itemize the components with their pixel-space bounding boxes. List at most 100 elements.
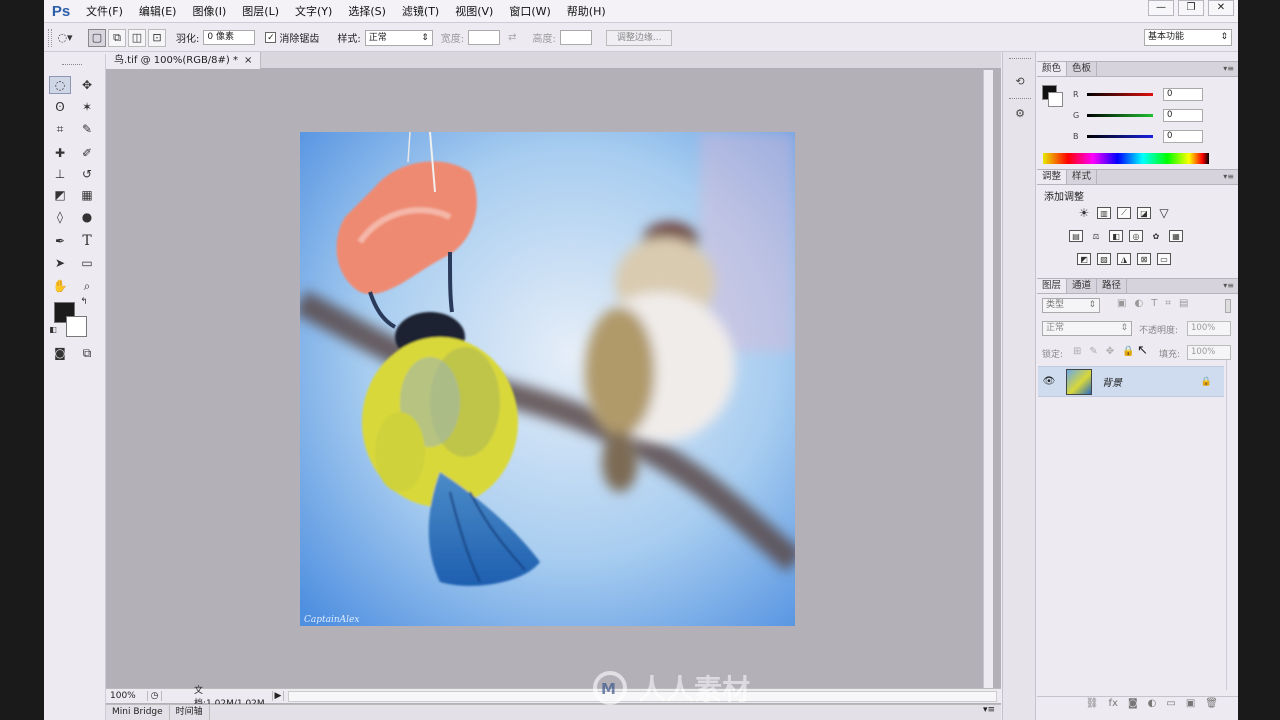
width-input[interactable]	[468, 30, 501, 45]
vertical-scrollbar[interactable]	[983, 70, 993, 688]
lock-position-icon[interactable]: ✥	[1106, 346, 1114, 357]
lock-all-icon[interactable]: 🔒	[1122, 346, 1134, 357]
menu-edit[interactable]: 编辑(E)	[131, 3, 185, 19]
fill-input[interactable]: 100%	[1187, 345, 1231, 360]
posterize-icon[interactable]: ▨	[1097, 253, 1111, 265]
close-button[interactable]: ✕	[1208, 0, 1234, 16]
layer-filter-select[interactable]: 类型 ⇕	[1042, 298, 1100, 313]
height-input[interactable]	[559, 30, 592, 45]
magic-wand-icon[interactable]: ✶	[76, 98, 98, 116]
lock-transparent-icon[interactable]: ⊞	[1073, 346, 1081, 357]
menu-window[interactable]: 窗口(W)	[501, 3, 558, 19]
new-selection-icon[interactable]: ▢	[88, 28, 106, 47]
tab-color[interactable]: 颜色	[1037, 62, 1068, 76]
channel-mixer-icon[interactable]: ✿	[1149, 230, 1163, 242]
hand-tool-icon[interactable]: ✋	[49, 277, 71, 295]
curves-icon[interactable]: ⟋	[1117, 207, 1131, 219]
threshold-icon[interactable]: ◮	[1117, 253, 1131, 265]
menu-view[interactable]: 视图(V)	[447, 3, 501, 19]
document-tab[interactable]: 鸟.tif @ 100%(RGB/8#) * ×	[106, 52, 262, 69]
properties-panel-icon[interactable]: ⚙	[1011, 104, 1029, 122]
zoom-tool-icon[interactable]: ⌕	[76, 277, 98, 295]
close-tab-icon[interactable]: ×	[244, 52, 252, 69]
layer-style-icon[interactable]: fx	[1109, 697, 1118, 712]
filter-toggle[interactable]	[1225, 299, 1231, 313]
history-brush-icon[interactable]: ↺	[76, 165, 98, 183]
levels-icon[interactable]: ▥	[1097, 207, 1111, 219]
rectangle-tool-icon[interactable]: ▭	[76, 254, 98, 272]
move-tool-icon[interactable]: ✥	[76, 76, 98, 94]
link-layers-icon[interactable]: ⛓	[1086, 697, 1099, 712]
gradient-map-icon[interactable]: ▽	[1157, 206, 1171, 220]
opacity-input[interactable]: 100%	[1187, 321, 1231, 336]
color-spectrum-bar[interactable]	[1043, 153, 1209, 164]
add-to-selection-icon[interactable]: ⧉	[108, 28, 126, 47]
background-color-swatch[interactable]	[66, 316, 87, 337]
zoom-level[interactable]: 100%	[106, 691, 148, 701]
pen-tool-icon[interactable]: ✒	[49, 232, 71, 250]
swap-icon[interactable]: ⇄	[508, 32, 516, 43]
feather-input[interactable]: 0 像素	[203, 30, 256, 45]
crop-tool-icon[interactable]: ⌗	[49, 120, 71, 138]
tab-adjustments[interactable]: 调整	[1037, 170, 1068, 184]
dock-grip[interactable]	[1009, 98, 1031, 99]
eraser-tool-icon[interactable]: ◩	[49, 186, 71, 204]
gradient-tool-icon[interactable]: ▦	[76, 186, 98, 204]
menu-layer[interactable]: 图层(L)	[234, 3, 287, 19]
blue-value-input[interactable]: 0	[1163, 129, 1203, 143]
smart-object-filter-icon[interactable]: ▤	[1179, 298, 1188, 309]
canvas-image[interactable]: CaptainAlex	[300, 132, 795, 626]
selective-color-icon[interactable]: ⊠	[1137, 253, 1151, 265]
healing-brush-icon[interactable]: ✚	[49, 144, 71, 162]
default-colors-icon[interactable]: ◧	[48, 324, 58, 334]
blend-mode-select[interactable]: 正常 ⇕	[1042, 321, 1132, 336]
adjustment-filter-icon[interactable]: ◐	[1134, 298, 1143, 309]
tab-layers[interactable]: 图层	[1037, 279, 1068, 293]
lock-pixels-icon[interactable]: ✎	[1089, 346, 1097, 357]
options-grip[interactable]	[48, 28, 52, 47]
green-value-input[interactable]: 0	[1163, 108, 1203, 122]
layer-lock-icon[interactable]: 🔒	[1201, 377, 1212, 387]
style-select[interactable]: 正常 ⇕	[364, 29, 433, 46]
tab-swatches[interactable]: 色板	[1067, 62, 1098, 76]
tab-paths[interactable]: 路径	[1097, 279, 1128, 293]
panel-menu-icon[interactable]: ▾≡	[1223, 279, 1234, 293]
tab-timeline[interactable]: 时间轴	[170, 705, 210, 720]
lasso-tool-icon[interactable]: ʘ	[49, 98, 71, 116]
swap-colors-icon[interactable]: ↰	[78, 296, 90, 308]
red-value-input[interactable]: 0	[1163, 87, 1203, 101]
toolbox-grip[interactable]	[62, 64, 82, 67]
tab-mini-bridge[interactable]: Mini Bridge	[106, 705, 170, 720]
dock-grip[interactable]	[1009, 58, 1031, 59]
panel-menu-icon[interactable]: ▾≡	[1223, 62, 1234, 76]
type-filter-icon[interactable]: T	[1151, 298, 1157, 309]
color-lookup-icon[interactable]: ▦	[1169, 230, 1183, 242]
color-panel-background-swatch[interactable]	[1048, 92, 1063, 107]
red-slider[interactable]	[1087, 92, 1153, 96]
menu-file[interactable]: 文件(F)	[78, 3, 131, 19]
layer-row[interactable]: 👁 背景 🔒	[1038, 366, 1224, 397]
green-slider[interactable]	[1087, 113, 1153, 117]
brightness-icon[interactable]: ☀	[1077, 206, 1091, 220]
new-layer-icon[interactable]: ▣	[1186, 697, 1195, 712]
pixel-filter-icon[interactable]: ▣	[1117, 298, 1126, 309]
clone-stamp-icon[interactable]: ⊥	[49, 165, 71, 183]
blur-tool-icon[interactable]: ◊	[49, 208, 71, 226]
gradient-fill-icon[interactable]: ▭	[1157, 253, 1171, 265]
photo-filter-icon[interactable]: ◎	[1129, 230, 1143, 242]
workspace-select[interactable]: 基本功能 ⇕	[1144, 29, 1232, 46]
screen-mode-icon[interactable]: ⧉	[76, 344, 98, 362]
panel-menu-icon[interactable]: ▾≡	[1223, 170, 1234, 184]
invert-icon[interactable]: ◩	[1077, 253, 1091, 265]
refine-edge-button[interactable]: 调整边缘...	[605, 29, 673, 46]
eyedropper-icon[interactable]: ✎	[76, 120, 98, 138]
menu-help[interactable]: 帮助(H)	[559, 3, 614, 19]
new-adjustment-layer-icon[interactable]: ◐	[1148, 697, 1157, 712]
add-mask-icon[interactable]: ◙	[1128, 697, 1138, 712]
path-selection-icon[interactable]: ➤	[49, 254, 71, 272]
subtract-selection-icon[interactable]: ◫	[128, 28, 146, 47]
color-balance-icon[interactable]: ⚖	[1089, 230, 1103, 242]
new-group-icon[interactable]: ▭	[1166, 697, 1175, 712]
tab-styles[interactable]: 样式	[1067, 170, 1098, 184]
visibility-eye-icon[interactable]: 👁	[1038, 376, 1060, 387]
